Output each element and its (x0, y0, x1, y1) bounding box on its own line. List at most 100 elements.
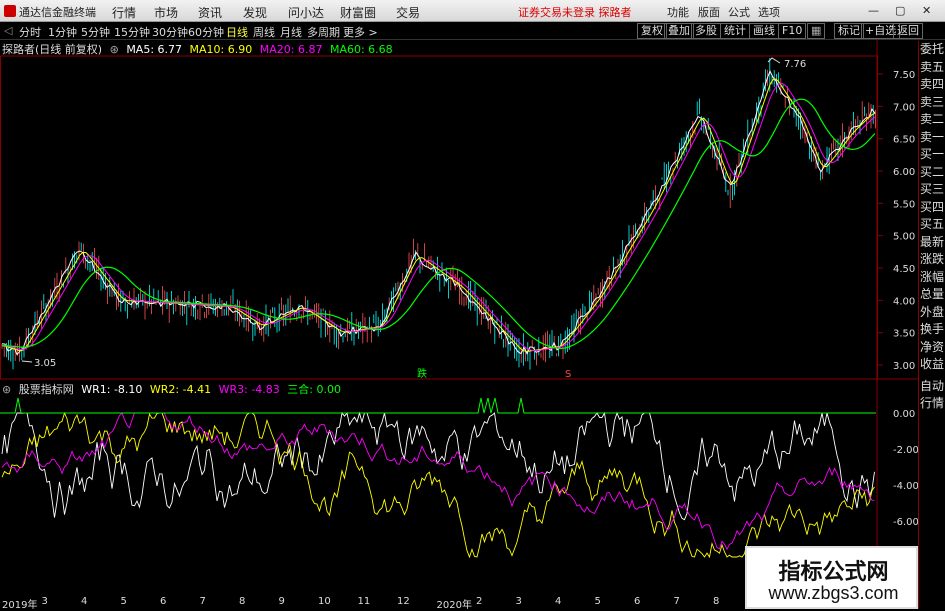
settings-dot-icon[interactable]: ⊛ (2, 383, 11, 396)
quote-field-17[interactable]: 净资 (919, 339, 945, 357)
date-tick: 12 (397, 596, 410, 607)
price-tick-label: 3.50 (893, 329, 915, 340)
menu-trade[interactable]: 交易 (396, 4, 420, 21)
date-tick: 5 (120, 596, 127, 607)
date-tick: 2 (476, 596, 483, 607)
menu-wealth[interactable]: 财富圈 (340, 4, 376, 21)
quote-field-1[interactable]: 卖五 (919, 59, 945, 77)
period-monthly[interactable]: 月线 (280, 24, 302, 40)
maximize-button[interactable]: ▢ (895, 4, 905, 17)
overlay-button[interactable]: 叠加 (664, 23, 694, 39)
quote-field-13[interactable]: 涨幅 (919, 269, 945, 287)
title-bar: 通达信金融终端 行情 市场 资讯 发现 问小达 财富圈 交易 证券交易未登录 探… (0, 0, 945, 22)
date-tick: 6 (634, 596, 641, 607)
menu-ask[interactable]: 问小达 (288, 4, 324, 21)
stock-chart[interactable]: 7.50 7.00 6.50 6.00 5.50 5.00 4.50 4.00 3.50 3.00… (0, 40, 918, 595)
watermark-url: www.zbgs3.com (768, 583, 899, 603)
main-plot (1, 58, 876, 370)
sub-plot (0, 397, 876, 559)
period-1min[interactable]: 1分钟 (48, 24, 77, 40)
quote-field-2[interactable]: 卖四 (919, 76, 945, 94)
price-tick-label: 4.50 (893, 264, 915, 275)
menu-discover[interactable]: 发现 (243, 4, 267, 21)
watermark-title: 指标公式网 (778, 560, 889, 585)
menu-formula[interactable]: 公式 (728, 4, 750, 20)
menu-market[interactable]: 市场 (154, 4, 178, 21)
app-logo-icon (4, 5, 16, 17)
date-tick: 8 (713, 596, 720, 607)
wr-line-2 (1, 411, 875, 559)
sub-tick-label: -4.00 (893, 481, 918, 492)
price-tick-label: 5.00 (893, 232, 915, 243)
period-5min[interactable]: 5分钟 (81, 24, 110, 40)
sub-tick-label: -2.00 (893, 445, 918, 456)
quote-field-7[interactable]: 买二 (919, 164, 945, 182)
app-name: 通达信金融终端 (19, 6, 96, 19)
price-tick-label: 4.00 (893, 296, 915, 307)
ma-line-0 (1, 69, 876, 356)
menu-function[interactable]: 功能 (667, 4, 689, 20)
price-tick-label: 7.00 (893, 102, 915, 113)
period-30min[interactable]: 30分钟 (152, 24, 188, 40)
quote-button[interactable]: 行情 (919, 395, 945, 413)
period-60min[interactable]: 60分钟 (188, 24, 224, 40)
period-daily[interactable]: 日线 (226, 24, 248, 40)
adjust-button[interactable]: 复权 (637, 23, 667, 39)
quote-field-14[interactable]: 总量 (919, 286, 945, 304)
stats-button[interactable]: 统计 (720, 23, 750, 39)
quote-field-0[interactable]: 委托 (919, 41, 945, 59)
auto-button[interactable]: 自动 (919, 377, 945, 395)
date-tick: 8 (239, 596, 246, 607)
wr2-label: WR2: -4.41 (149, 383, 212, 396)
mark-button[interactable]: 标记 (834, 23, 864, 39)
quote-field-4[interactable]: 卖二 (919, 111, 945, 129)
signal-marker-s: S (565, 369, 571, 380)
quote-field-15[interactable]: 外盘 (919, 304, 945, 322)
quote-field-11[interactable]: 最新 (919, 234, 945, 252)
menu-options[interactable]: 选项 (758, 4, 780, 20)
minimize-button[interactable]: — (868, 4, 879, 17)
quote-field-10[interactable]: 买五 (919, 216, 945, 234)
period-toolbar: ◁ 分时 1分钟 5分钟 15分钟 30分钟 60分钟 日线 周线 月线 多周期… (0, 22, 945, 40)
date-tick: 10 (318, 596, 331, 607)
date-tick: 5 (594, 596, 601, 607)
sub-indicator-title[interactable]: 股票指标网 (19, 383, 74, 396)
date-tick: 7 (673, 596, 680, 607)
period-multi[interactable]: 多周期 (307, 24, 340, 40)
right-panel: 委托 卖五 卖四 卖三 卖二 卖一 买一 买二 买三 买四 买五 最新 涨跌 涨幅 总量 外盘 换手 净资 收益 自… (918, 41, 945, 609)
quote-field-16[interactable]: 换手 (919, 321, 945, 339)
sub-axis: 0.00 -2.00 -4.00 -6.00 (893, 409, 918, 528)
main-chart-frame (0, 55, 878, 380)
chart-settings-icon[interactable]: ▦ (807, 23, 826, 39)
period-intraday[interactable]: 分时 (19, 24, 41, 40)
period-15min[interactable]: 15分钟 (114, 24, 150, 40)
price-axis: 7.50 7.00 6.50 6.00 5.50 5.00 4.50 4.00 3.50 3.00 (877, 70, 915, 372)
chevron-left-icon[interactable]: ◁ (4, 24, 12, 37)
period-weekly[interactable]: 周线 (253, 24, 275, 40)
price-tick-label: 5.50 (893, 199, 915, 210)
period-more[interactable]: 更多 > (343, 24, 378, 40)
quote-field-3[interactable]: 卖三 (919, 94, 945, 112)
sanhe-line (0, 397, 876, 414)
menu-quotes[interactable]: 行情 (112, 4, 136, 21)
quote-field-5[interactable]: 卖一 (919, 129, 945, 147)
quote-field-9[interactable]: 买四 (919, 199, 945, 217)
wr-line-1 (1, 411, 875, 521)
draw-button[interactable]: 画线 (749, 23, 779, 39)
quote-field-18[interactable]: 收益 (919, 356, 945, 374)
sub-tick-label: -6.00 (893, 517, 918, 528)
back-button[interactable]: 返回 (893, 23, 923, 39)
date-tick: 6 (160, 596, 167, 607)
login-alert[interactable]: 证券交易未登录 探路者 (518, 4, 632, 20)
quote-field-6[interactable]: 买一 (919, 146, 945, 164)
signal-marker-down: 跌 (417, 367, 427, 380)
menu-layout[interactable]: 版面 (698, 4, 720, 20)
wr1-label: WR1: -8.10 (81, 383, 143, 396)
menu-news[interactable]: 资讯 (198, 4, 222, 21)
quote-field-12[interactable]: 涨跌 (919, 251, 945, 269)
multi-stock-button[interactable]: 多股 (691, 23, 721, 39)
sanhe-label: 三合: 0.00 (287, 383, 341, 396)
close-button[interactable]: ✕ (922, 4, 931, 17)
quote-field-8[interactable]: 买三 (919, 181, 945, 199)
f10-button[interactable]: F10 (778, 23, 807, 39)
